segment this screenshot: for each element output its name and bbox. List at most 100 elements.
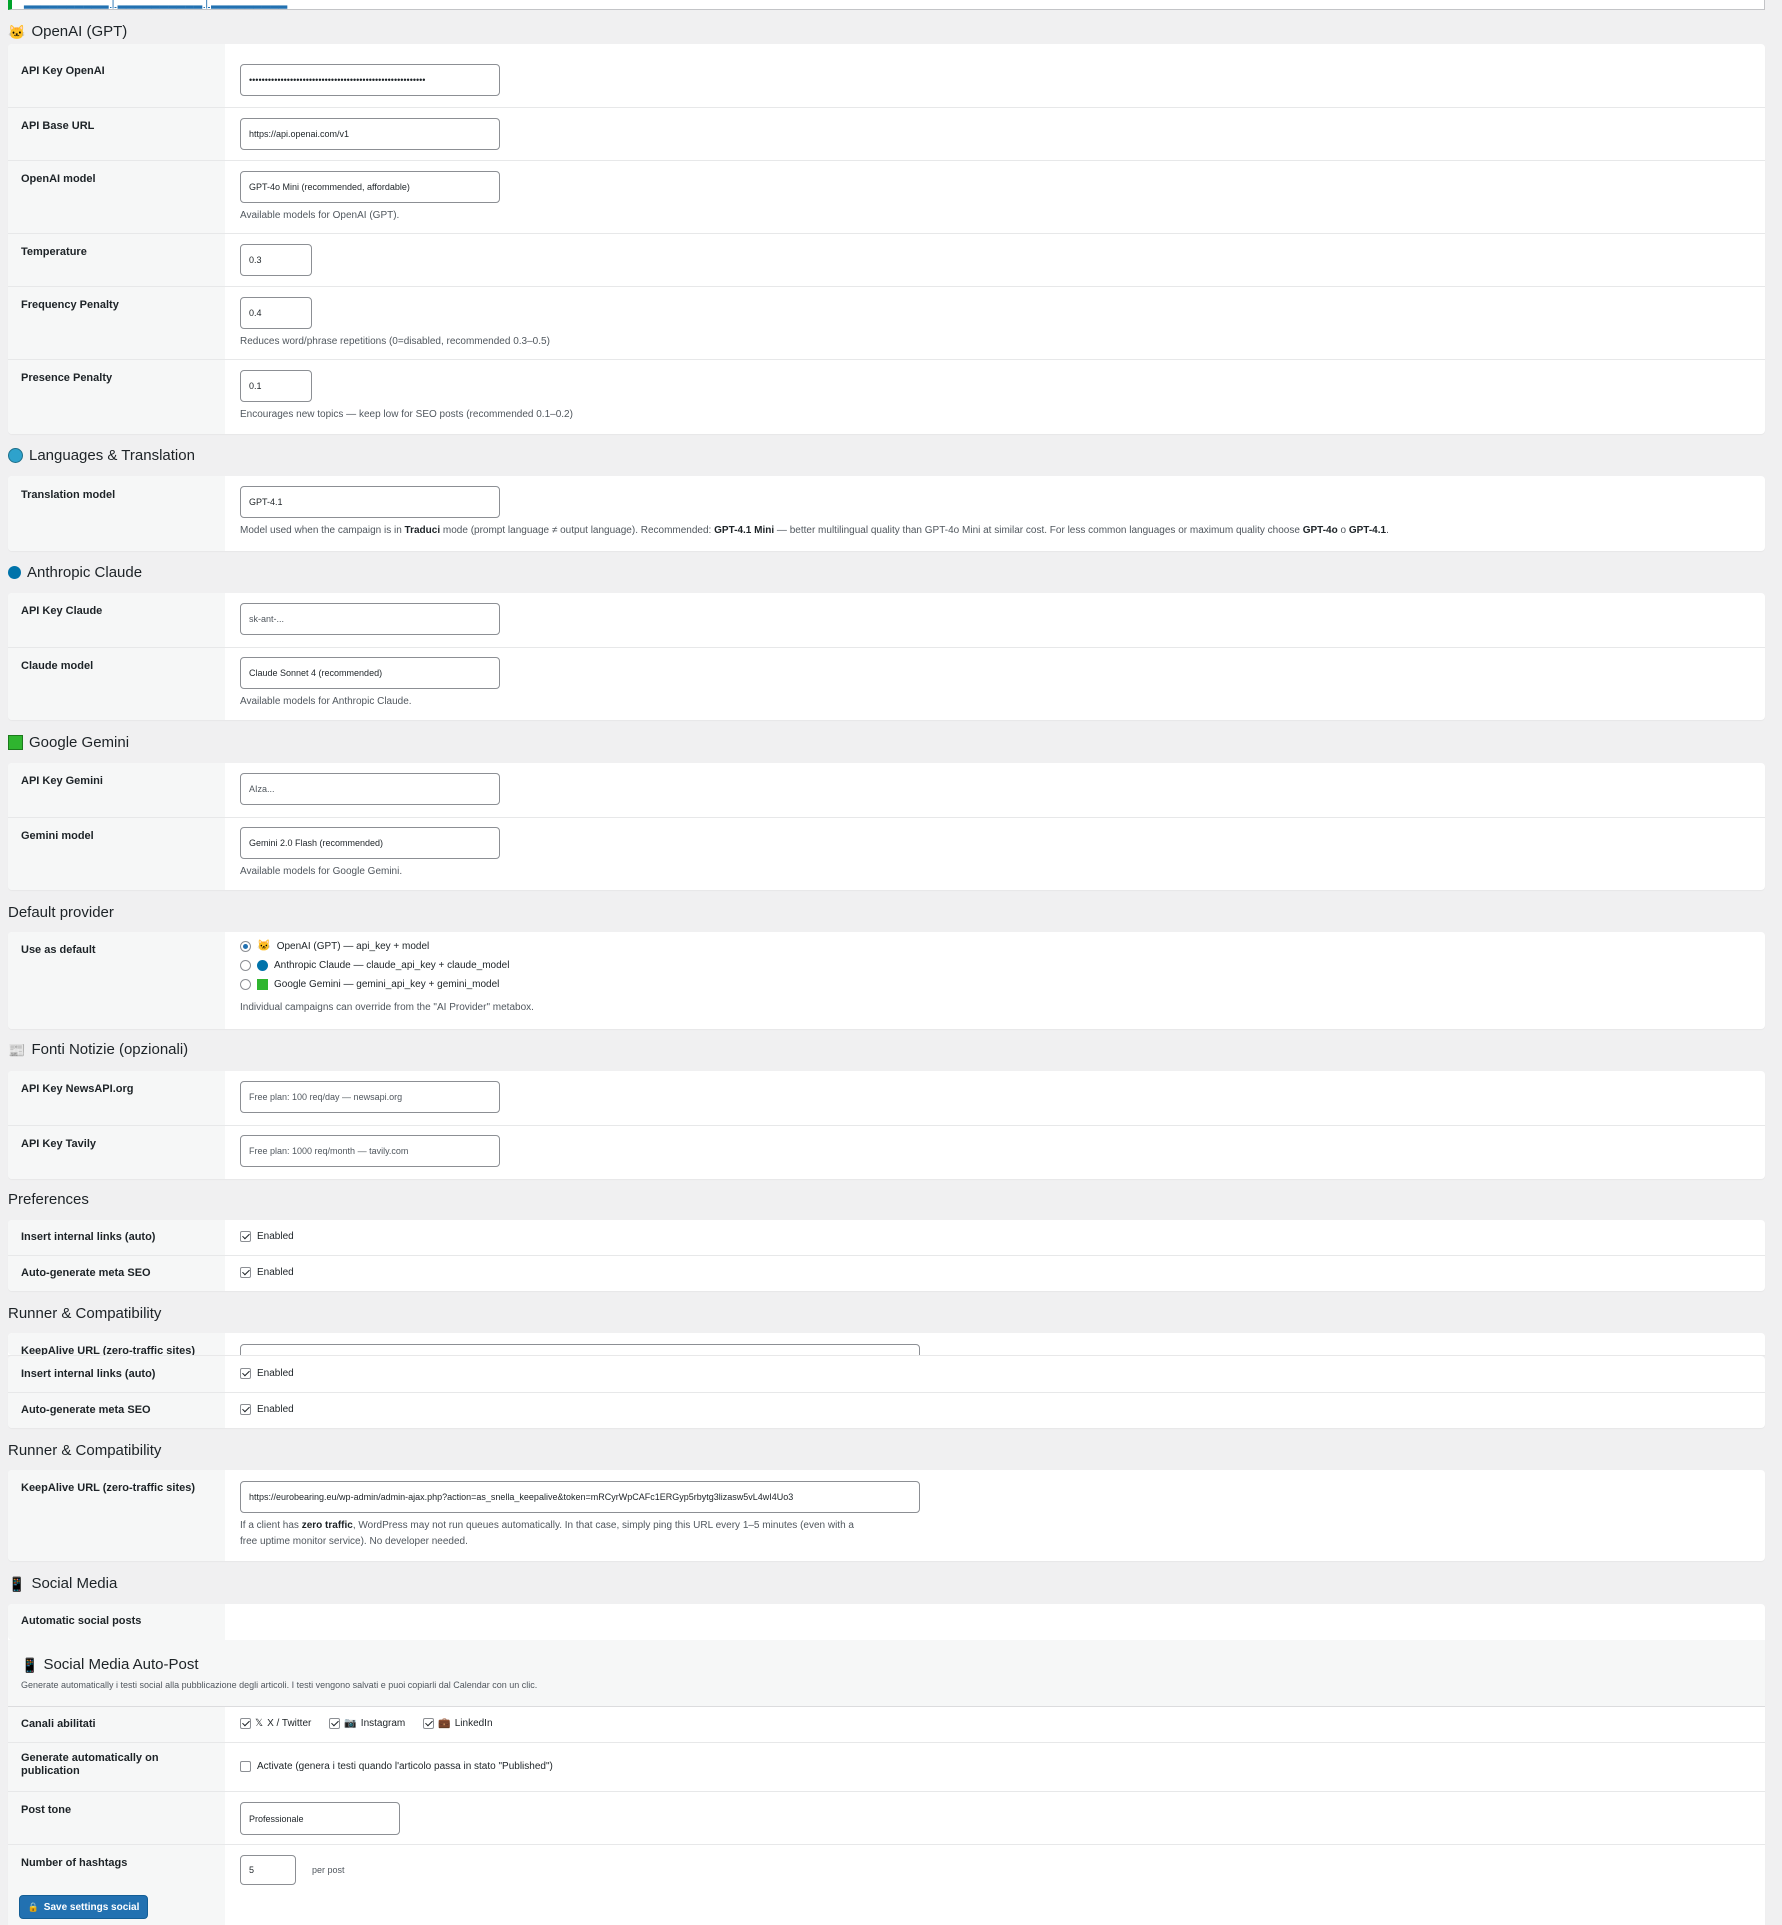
x-twitter-icon: 𝕏: [255, 1718, 264, 1729]
label-gemini-key: API Key Gemini: [21, 775, 103, 787]
claude-title: Anthropic Claude: [27, 564, 143, 581]
news-card: API Key NewsAPI.org Free plan: 100 req/d…: [8, 1071, 1765, 1179]
row-meta-seo: Auto-generate meta SEO Enabled: [8, 1255, 1765, 1292]
meta-seo-checkbox[interactable]: [240, 1267, 251, 1278]
languages-title: Languages & Translation: [29, 447, 195, 464]
row-tone: Post tone Professionale: [8, 1791, 1765, 1845]
label-internal-links: Insert internal links (auto): [21, 1231, 156, 1243]
label-openai-key: API Key OpenAI: [21, 65, 105, 77]
label-hashtags: Number of hashtags: [21, 1857, 128, 1869]
internal-links-toggle[interactable]: Enabled: [240, 1231, 294, 1242]
meta-seo-toggle[interactable]: Enabled: [240, 1267, 294, 1278]
openai-model-select[interactable]: GPT-4o Mini (recommended, affordable): [240, 171, 500, 203]
keepalive-url-input[interactable]: https://eurobearing.eu/wp-admin/admin-aj…: [240, 1481, 920, 1513]
label-internal-links: Insert internal links (auto): [21, 1368, 156, 1380]
autogen-toggle[interactable]: Activate (genera i testi quando l'artico…: [240, 1761, 553, 1772]
radio-claude[interactable]: [240, 960, 251, 971]
newsapi-key-input[interactable]: Free plan: 100 req/day — newsapi.org: [240, 1081, 500, 1113]
lock-icon: 🔒: [27, 1901, 39, 1912]
row-presence: Presence Penalty 0.1 Encourages new topi…: [8, 359, 1765, 435]
claude-api-key-input[interactable]: sk-ant-...: [240, 603, 500, 635]
label-tone: Post tone: [21, 1804, 72, 1816]
gemini-title: Google Gemini: [29, 734, 130, 751]
meta-seo-checkbox[interactable]: [240, 1404, 251, 1415]
keepalive-desc-2: free uptime monitor service). No develop…: [240, 1536, 468, 1547]
provider-option-claude[interactable]: Anthropic Claude — claude_api_key + clau…: [240, 960, 509, 971]
claude-card: API Key Claude sk-ant-... Claude model C…: [8, 593, 1765, 720]
provider-option-gemini[interactable]: Google Gemini — gemini_api_key + gemini_…: [240, 979, 499, 990]
gemini-api-key-input[interactable]: AIza...: [240, 773, 500, 805]
row-translation-model: Translation model GPT-4.1 Model used whe…: [8, 476, 1765, 551]
top-notice: ▂▂▂▂▂▂▂▂▂▂ | ▂▂▂▂▂▂▂▂▂▂ | ▂▂▂▂▂▂▂▂▂: [8, 0, 1765, 10]
radio-openai[interactable]: [240, 941, 251, 952]
row-temperature: Temperature 0.3: [8, 233, 1765, 287]
label-keepalive: KeepAlive URL (zero-traffic sites): [21, 1345, 196, 1355]
preferences-card: Insert internal links (auto) Enabled Aut…: [8, 1220, 1765, 1291]
base-url-input[interactable]: https://api.openai.com/v1: [240, 118, 500, 150]
label-openai-model: OpenAI model: [21, 173, 96, 185]
presence-penalty-input[interactable]: 0.1: [240, 370, 312, 402]
meta-seo-toggle[interactable]: Enabled: [240, 1404, 294, 1415]
row-newsapi: API Key NewsAPI.org Free plan: 100 req/d…: [8, 1071, 1765, 1125]
row-keepalive: KeepAlive URL (zero-traffic sites) https…: [8, 1470, 1765, 1561]
label-claude-key: API Key Claude: [21, 605, 103, 617]
hashtags-input[interactable]: 5: [240, 1855, 296, 1885]
frequency-desc: Reduces word/phrase repetitions (0=disab…: [240, 336, 550, 347]
hashtags-unit: per post: [312, 1865, 345, 1875]
translation-desc: Model used when the campaign is in Tradu…: [240, 525, 1389, 536]
channel-instagram-checkbox[interactable]: [329, 1718, 341, 1729]
keepalive-url-input-partial[interactable]: [240, 1344, 920, 1355]
save-social-button[interactable]: 🔒 Save settings social: [19, 1895, 148, 1919]
section-title-runner: Runner & Compatibility: [8, 1305, 161, 1322]
blue-circle-icon: [8, 566, 21, 579]
globe-icon: [8, 448, 23, 463]
section-title-languages: Languages & Translation: [8, 447, 195, 464]
row-gemini-key: API Key Gemini AIza...: [8, 763, 1765, 817]
row-openai-key: API Key OpenAI •••••••••••••••••••••••••…: [8, 44, 1765, 107]
runner-title: Runner & Compatibility: [8, 1442, 162, 1459]
radio-gemini[interactable]: [240, 979, 251, 990]
channel-linkedin-checkbox[interactable]: [423, 1718, 435, 1729]
blue-circle-icon: [257, 960, 268, 971]
section-title-gemini: Google Gemini: [8, 734, 129, 751]
preferences-title: Preferences: [8, 1191, 89, 1208]
label-tavily: API Key Tavily: [21, 1138, 96, 1150]
green-square-icon: [257, 979, 268, 990]
channel-instagram-label: Instagram: [360, 1718, 406, 1729]
label-base-url: API Base URL: [21, 120, 95, 132]
languages-card: Translation model GPT-4.1 Model used whe…: [8, 476, 1765, 551]
label-meta-seo: Auto-generate meta SEO: [21, 1404, 151, 1416]
autogen-checkbox[interactable]: [240, 1761, 251, 1772]
newspaper-icon: 📰: [8, 1041, 26, 1058]
preferences-card-2: Insert internal links (auto) Enabled Aut…: [8, 1356, 1765, 1428]
label-newsapi: API Key NewsAPI.org: [21, 1083, 134, 1095]
internal-links-toggle[interactable]: Enabled: [240, 1368, 294, 1379]
camera-icon: 📷: [344, 1718, 357, 1729]
temperature-input[interactable]: 0.3: [240, 244, 312, 276]
label-translation-model: Translation model: [21, 489, 116, 501]
tavily-key-input[interactable]: Free plan: 1000 req/month — tavily.com: [240, 1135, 500, 1167]
internal-links-checkbox[interactable]: [240, 1368, 251, 1379]
runner-card-partial: KeepAlive URL (zero-traffic sites): [8, 1333, 1765, 1355]
gemini-model-select[interactable]: Gemini 2.0 Flash (recommended): [240, 827, 500, 859]
internal-links-checkbox[interactable]: [240, 1231, 251, 1242]
default-provider-title: Default provider: [8, 904, 114, 921]
row-claude-model: Claude model Claude Sonnet 4 (recommende…: [8, 647, 1765, 721]
channel-twitter-label: X / Twitter: [267, 1718, 312, 1729]
section-title-preferences: Preferences: [8, 1191, 89, 1208]
frequency-penalty-input[interactable]: 0.4: [240, 297, 312, 329]
label-frequency: Frequency Penalty: [21, 299, 119, 311]
openai-api-key-input[interactable]: ••••••••••••••••••••••••••••••••••••••••…: [240, 64, 500, 96]
section-title-social: 📱 Social Media: [8, 1575, 117, 1592]
provider-option-openai[interactable]: 🐱 OpenAI (GPT) — api_key + model: [240, 941, 429, 952]
channel-twitter-checkbox[interactable]: [240, 1718, 251, 1729]
openai-icon: 🐱: [8, 23, 26, 40]
keepalive-desc: If a client has zero traffic, WordPress …: [240, 1520, 854, 1531]
translation-model-select[interactable]: GPT-4.1: [240, 486, 500, 518]
notice-links[interactable]: ▂▂▂▂▂▂▂▂▂▂ | ▂▂▂▂▂▂▂▂▂▂ | ▂▂▂▂▂▂▂▂▂: [24, 0, 287, 9]
runner-title: Runner & Compatibility: [8, 1305, 162, 1322]
claude-model-select[interactable]: Claude Sonnet 4 (recommended): [240, 657, 500, 689]
tone-select[interactable]: Professionale: [240, 1802, 400, 1835]
row-autogen: Generate automatically on publication Ac…: [8, 1742, 1765, 1792]
openai-icon: 🐱: [257, 940, 271, 952]
